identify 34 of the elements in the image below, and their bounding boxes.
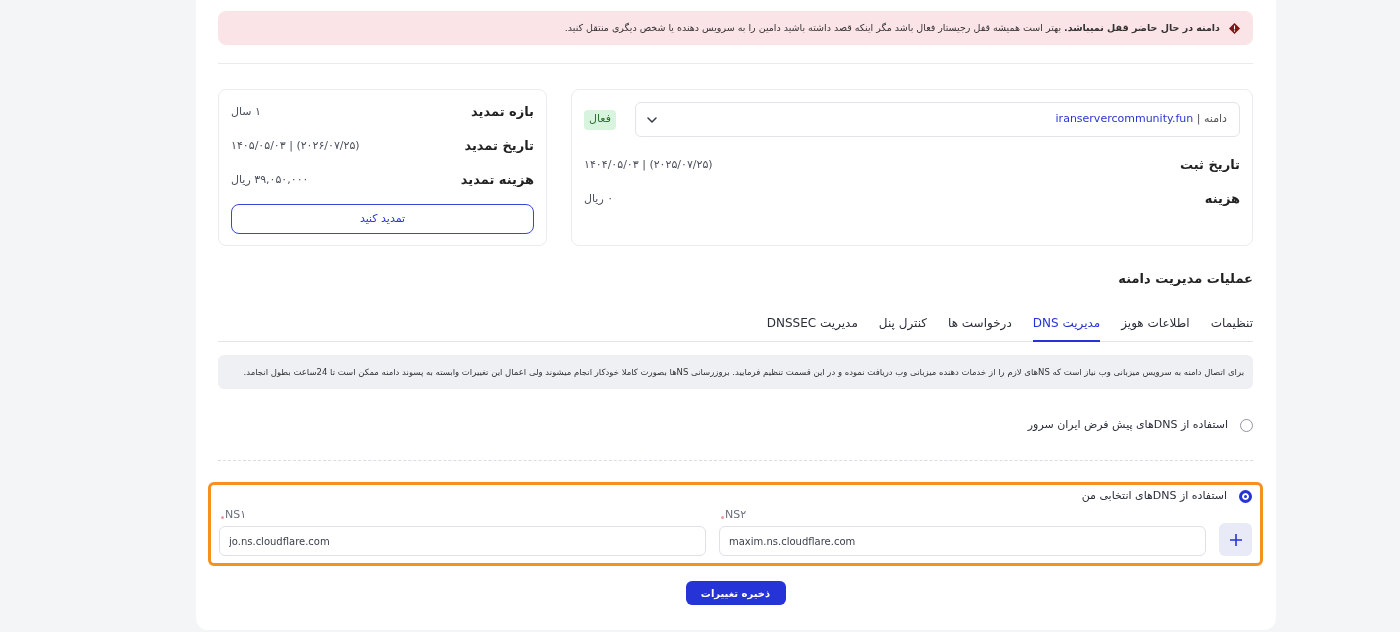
info-label: تاریخ ثبت [1180,156,1240,175]
field-label: NS۱ [225,509,247,521]
tab[interactable]: درخواست ها [948,305,1012,342]
radio-button[interactable] [1240,419,1253,432]
info-label: هزینه تمدید [460,171,534,190]
field-label: NS۲ [725,509,747,521]
option-label: استفاده از DNSهای پیش فرض ایران سرور [1027,417,1228,434]
tab[interactable]: کنترل پنل [878,305,927,342]
add-button[interactable] [1219,523,1252,556]
info-value: ۱ سال [231,103,261,120]
plus-icon [1229,533,1242,546]
input-field[interactable]: maxim.ns.cloudflare.com [719,526,1206,556]
option-label: استفاده از DNSهای انتخابی من [1081,488,1227,505]
info-value: ۱۴۰۴/۰۵/۰۳ | (۲۰۲۵/۰۷/۲۵) [584,156,713,173]
renew-button[interactable]: تمدید کنید [231,204,534,234]
info-value: ۱۴۰۵/۰۵/۰۳ | (۲۰۲۶/۰۷/۲۵) [231,137,360,154]
info-label: بازه تمدید [471,103,534,122]
warning-icon [1229,22,1240,34]
info-label: هزینه [1204,190,1240,209]
input-field[interactable]: jo.ns.cloudflare.com [219,526,706,556]
chevron-down-icon [646,116,657,123]
alert-text: دامنه در حال حاضر قفل نمیباشد. بهتر است همیشه قفل رجیستار فعال باشد مگر اینکه قصد داشته باشید دامین را به سرویس دهنده یا شخص دیگری منتقل کنید. [564,20,1220,35]
radio-button[interactable] [1239,490,1252,503]
tab[interactable]: تنظیمات [1210,305,1253,342]
status-badge: فعال [584,109,616,130]
tab[interactable]: مدیریت DNS [1032,305,1101,342]
info-text: برای اتصال دامنه به سرویس میزبانی وب نیاز است که NSهای لازم را از خدمات دهنده میزبانی وب دریافت نموده و در این قسمت تنظیم فرمایید. بروزرسانی NSها بصورت کاملا خودکار انجام میشوند ولی اعمال این تغییرات وابسته به پسوند دامنه ممکن است تا 24ساعت بطول انجامد. [243,365,1244,379]
tab[interactable]: مدیریت DNSSEC [766,305,858,342]
section-title: عملیات مدیریت دامنه [1117,271,1253,287]
tab[interactable]: اطلاعات هویز [1121,305,1190,342]
info-value: ۰ ریال [584,190,614,207]
info-value: ۳۹,۰۵۰,۰۰۰ ریال [231,171,309,188]
save-button[interactable]: ذخیره تغییرات [685,581,786,605]
info-label: تاریخ تمدید [464,137,534,156]
